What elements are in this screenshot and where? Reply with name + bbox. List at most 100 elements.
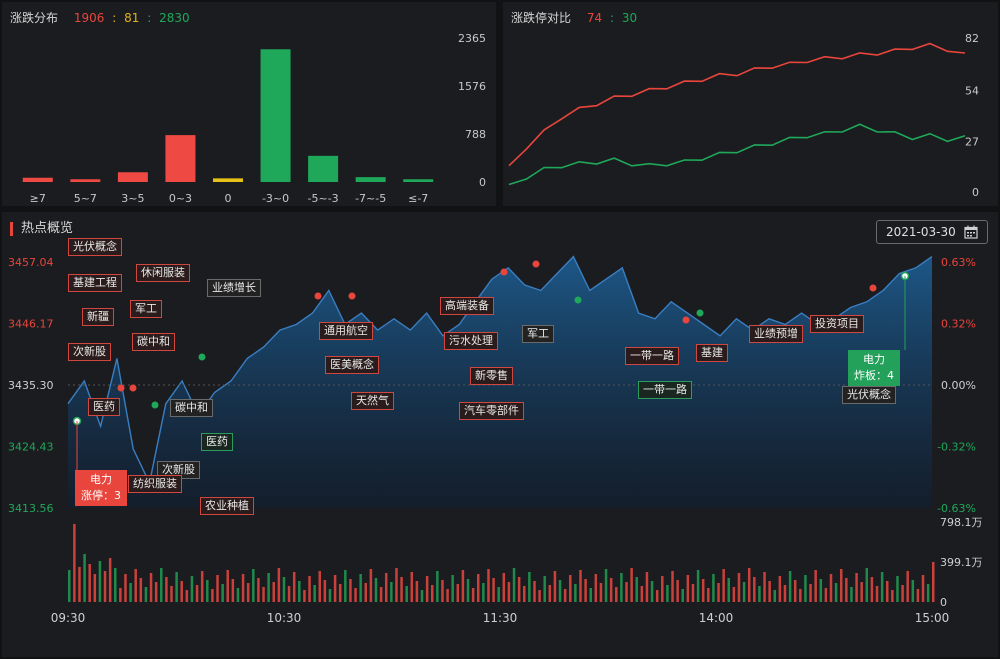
volume-bar [799, 589, 802, 602]
hot-tag[interactable]: 农业种植 [200, 497, 254, 515]
hot-tag[interactable]: 医药 [201, 433, 233, 451]
y-right-label: -0.63% [937, 502, 976, 515]
volume-bar [190, 576, 194, 602]
volume-bar [333, 575, 337, 602]
x-tick-label: 3~5 [121, 192, 144, 205]
volume-bar [584, 579, 587, 602]
hot-tag[interactable]: 光伏概念 [842, 386, 896, 404]
volume-bar [241, 574, 245, 602]
hot-tag[interactable]: 污水处理 [444, 332, 498, 350]
volume-bar [783, 585, 787, 602]
hot-tag[interactable]: 基建 [696, 344, 728, 362]
limit-up-down-panel: 涨跌停对比 74 : 30 82 54 27 0 [503, 2, 998, 206]
limit-ratio-line-chart: 82 54 27 0 [508, 32, 979, 199]
volume-bar [400, 577, 403, 602]
volume-bar [410, 572, 414, 602]
callout-text: 炸板：4 [854, 369, 894, 382]
bar [260, 49, 291, 183]
hot-tag[interactable]: 天然气 [351, 392, 394, 410]
hot-tag[interactable]: 新疆 [82, 308, 114, 326]
hot-tag[interactable]: 纺织服装 [128, 475, 182, 493]
broken-limit-callout[interactable]: 电力 炸板：4 [848, 350, 900, 386]
hot-tag[interactable]: 光伏概念 [68, 238, 122, 256]
volume-bar [456, 584, 460, 602]
volume-bar [604, 569, 608, 602]
limit-down-line [508, 123, 966, 186]
hot-tag[interactable]: 休闲服装 [136, 264, 190, 282]
event-dot [574, 296, 582, 304]
hot-tag[interactable]: 高端装备 [440, 297, 494, 315]
volume-bar [599, 583, 603, 602]
y-tick-label: 54 [965, 85, 979, 98]
volume-bar [292, 572, 296, 602]
volume-bar [349, 579, 352, 602]
volume-bar [211, 589, 214, 602]
rise-fall-distribution-panel: 涨跌分布 1906 : 81 : 2830 2365 1576 788 0 ≥7 5~7 3… [2, 2, 496, 206]
x-tick-label: -5~-3 [308, 192, 339, 205]
hot-tag[interactable]: 通用航空 [319, 322, 373, 340]
volume-bar [758, 586, 761, 602]
volume-bar [405, 586, 408, 602]
hot-tag[interactable]: 业绩预增 [749, 325, 803, 343]
hot-tag[interactable]: 碳中和 [132, 333, 175, 351]
volume-bar [732, 587, 736, 602]
event-dot [696, 309, 704, 317]
hot-tag[interactable]: 军工 [522, 325, 554, 343]
x-tick-label: ≥7 [30, 192, 46, 205]
hot-tag[interactable]: 汽车零部件 [459, 402, 524, 420]
x-tick-label: 14:00 [699, 611, 734, 625]
y-right-label: -0.32% [937, 441, 976, 454]
volume-bar [809, 584, 812, 602]
limit-up-callout[interactable]: 电力 涨停：3 [75, 470, 127, 506]
hot-tag[interactable]: 新零售 [470, 367, 513, 385]
event-dot [129, 384, 137, 392]
volume-bar [272, 582, 275, 602]
hot-tag[interactable]: 一带一路 [625, 347, 679, 365]
volume-bar [420, 590, 424, 602]
volume-bar [287, 586, 291, 602]
y-right-label: 0.63% [941, 256, 976, 269]
volume-bar [308, 576, 311, 602]
volume-bar [819, 579, 823, 602]
volume-bar [108, 558, 112, 602]
hot-overview-panel: 热点概览 2021-03-30 3457.04 0.63% 3446.17 0.32%… [2, 212, 998, 657]
hot-tag[interactable]: 碳中和 [170, 399, 213, 417]
volume-bar [231, 579, 235, 602]
volume-bar [119, 588, 122, 602]
hot-tag[interactable]: 基建工程 [68, 274, 122, 292]
volume-bar [875, 586, 879, 602]
hot-tag[interactable]: 医药 [88, 398, 120, 416]
hot-tag[interactable]: 军工 [130, 300, 162, 318]
volume-bar [563, 589, 567, 602]
volume-bar [921, 575, 925, 602]
hot-tag[interactable]: 投资项目 [810, 315, 864, 333]
volume-bar [793, 580, 797, 602]
hot-tag[interactable]: 次新股 [68, 343, 111, 361]
volume-bar [497, 587, 500, 602]
volume-bar [661, 576, 664, 602]
hot-tag[interactable]: 业绩增长 [207, 279, 261, 297]
volume-bar [579, 570, 582, 602]
volume-bar [492, 578, 495, 602]
volume-bar [533, 581, 536, 602]
volume-bar [671, 571, 674, 602]
hot-tag[interactable]: 一带一路 [638, 381, 692, 399]
hot-tag[interactable]: 医美概念 [325, 356, 379, 374]
volume-bar [379, 587, 383, 602]
volume-bar [246, 583, 250, 602]
volume-bar [916, 589, 920, 602]
bar [117, 172, 148, 182]
volume-bar [926, 584, 930, 602]
volume-bar [165, 577, 168, 602]
bar [213, 178, 243, 182]
volume-bar [717, 583, 720, 602]
volume-bar [338, 584, 342, 602]
volume-bar [175, 572, 178, 602]
y-right-label: 0.00% [941, 379, 976, 392]
volume-bar [681, 589, 684, 602]
volume-bar [543, 576, 546, 602]
y-right-label: 0.32% [941, 318, 976, 331]
volume-bar [344, 570, 347, 602]
x-tick-label: 10:30 [267, 611, 302, 625]
event-dot [198, 353, 206, 361]
